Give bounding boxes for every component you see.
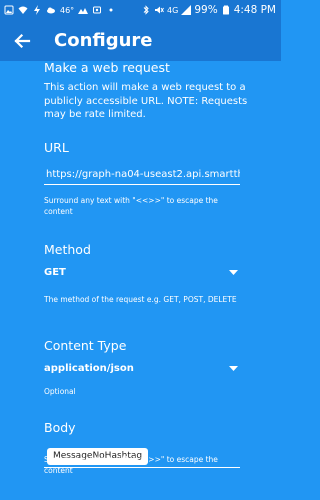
battery-icon	[221, 5, 231, 15]
arrow-back-icon	[14, 33, 31, 48]
configure-form[interactable]: Make a web request This action will make…	[0, 61, 281, 500]
dropdown-arrow-icon	[229, 269, 238, 275]
back-button[interactable]	[12, 31, 32, 51]
more-icon	[106, 5, 116, 15]
method-select[interactable]: GET	[44, 262, 238, 282]
landscape-icon	[78, 5, 89, 15]
app-bar: Configure	[0, 20, 281, 61]
mute-icon	[154, 5, 164, 15]
method-help-text: The method of the request e.g. GET, POST…	[44, 295, 237, 304]
photo-icon	[4, 5, 14, 15]
temperature: 46°	[60, 5, 75, 15]
bluetooth-icon	[141, 5, 151, 15]
content-type-label: Content Type	[44, 338, 127, 353]
status-bar: 46° 4G 99% 4:48 PM	[0, 0, 281, 20]
signal-icon	[181, 5, 192, 15]
url-label: URL	[44, 140, 69, 155]
action-description: This action will make a web request to a…	[44, 82, 248, 120]
content-type-select[interactable]: application/json	[44, 358, 238, 378]
url-input[interactable]: https://graph-na04-useast2.api.smartthin…	[44, 165, 240, 185]
url-help-text: Surround any text with "<<>>" to escape …	[44, 196, 218, 216]
cloud-icon	[46, 5, 56, 15]
network-type: 4G	[167, 5, 179, 15]
battery-percent: 99%	[194, 4, 218, 16]
method-value: GET	[44, 266, 66, 278]
page-title: Configure	[54, 30, 153, 51]
content-type-help-text: Optional	[44, 387, 76, 396]
body-label: Body	[44, 420, 76, 435]
notification-icon	[92, 5, 102, 15]
wifi-icon	[18, 5, 28, 15]
body-help-text: Surround any text with "<<>>" to escape …	[44, 455, 218, 475]
dropdown-arrow-icon	[229, 365, 238, 371]
content-type-value: application/json	[44, 362, 134, 374]
lightning-icon	[32, 5, 42, 15]
clock: 4:48 PM	[233, 4, 276, 16]
action-title: Make a web request	[44, 61, 170, 75]
method-label: Method	[44, 242, 91, 257]
